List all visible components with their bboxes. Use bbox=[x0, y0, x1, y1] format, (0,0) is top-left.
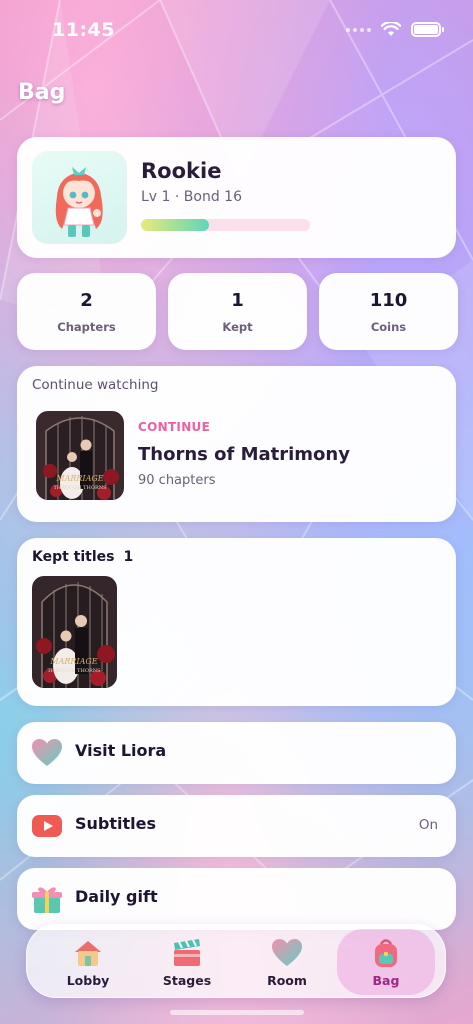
profile-name: Rookie bbox=[141, 159, 222, 183]
stat-value: 1 bbox=[231, 290, 244, 311]
status-bar: 11:45 bbox=[0, 0, 473, 60]
continue-watching-label: Continue watching bbox=[32, 377, 159, 393]
status-time: 11:45 bbox=[52, 19, 115, 41]
stat-kept[interactable]: 1 Kept bbox=[168, 273, 307, 350]
stat-chapters[interactable]: 2 Chapters bbox=[17, 273, 156, 350]
house-icon bbox=[75, 941, 101, 966]
stat-label: Chapters bbox=[57, 320, 116, 334]
stat-label: Kept bbox=[222, 320, 253, 334]
gift-icon bbox=[32, 887, 62, 913]
kept-titles-count: 1 bbox=[123, 549, 134, 565]
chibi-character-image bbox=[55, 167, 103, 237]
tab-label: Room bbox=[267, 973, 307, 988]
tab-label: Bag bbox=[372, 973, 400, 988]
tab-label: Stages bbox=[162, 973, 212, 988]
kept-titles-label: Kept titles bbox=[32, 549, 115, 565]
svg-text:MARRIAGE: MARRIAGE bbox=[55, 474, 103, 483]
svg-text:THROUGH THORNS: THROUGH THORNS bbox=[47, 668, 101, 674]
tab-room[interactable]: Room bbox=[238, 929, 336, 995]
kept-titles-header: Kept titles 1 bbox=[32, 549, 133, 565]
tab-label: Lobby bbox=[66, 973, 110, 988]
stat-value: 110 bbox=[369, 290, 408, 311]
svg-text:THROUGH THORNS: THROUGH THORNS bbox=[53, 485, 107, 491]
row-label: Visit Liora bbox=[75, 741, 167, 760]
kept-title-cover[interactable]: MARRIAGE THROUGH THORNS bbox=[32, 576, 117, 688]
stat-coins[interactable]: 110 Coins bbox=[319, 273, 458, 350]
tab-bag[interactable]: Bag bbox=[337, 929, 435, 995]
play-icon bbox=[32, 815, 62, 837]
row-label: Subtitles bbox=[75, 814, 157, 833]
backpack-icon bbox=[375, 939, 397, 967]
svg-text:MARRIAGE: MARRIAGE bbox=[49, 657, 97, 666]
drama-title[interactable]: Thorns of Matrimony bbox=[138, 444, 350, 465]
xp-progress-fill bbox=[141, 219, 209, 231]
profile-card[interactable]: Rookie Lv 1 · Bond 16 bbox=[17, 137, 456, 258]
continue-tag: CONTINUE bbox=[138, 420, 211, 434]
wifi-icon bbox=[381, 22, 401, 36]
profile-level-bond: Lv 1 · Bond 16 bbox=[141, 189, 242, 205]
signal-icon bbox=[346, 27, 371, 32]
xp-progress-bar bbox=[141, 219, 310, 231]
daily-gift-row[interactable]: Daily gift bbox=[17, 868, 456, 930]
bottom-tab-bar: Lobby Stages Room Bag bbox=[26, 924, 446, 998]
tab-stages[interactable]: Stages bbox=[138, 929, 236, 995]
heart-icon bbox=[272, 939, 302, 966]
home-indicator bbox=[170, 1010, 304, 1015]
avatar[interactable] bbox=[32, 151, 127, 244]
subtitles-row[interactable]: Subtitles On bbox=[17, 795, 456, 857]
heart-icon bbox=[32, 739, 62, 766]
kept-titles-card: Kept titles 1 MARRIAGE THROUGH THORNS bbox=[17, 538, 456, 706]
continue-watching-card[interactable]: Continue watching MARRIAGE THROUGH THORN… bbox=[17, 366, 456, 522]
drama-chapter-count: 90 chapters bbox=[138, 473, 216, 488]
battery-icon bbox=[411, 22, 444, 37]
visit-liora-row[interactable]: Visit Liora bbox=[17, 722, 456, 784]
page-title: Bag bbox=[18, 80, 66, 105]
drama-cover-image[interactable]: MARRIAGE THROUGH THORNS bbox=[36, 411, 124, 500]
tab-lobby[interactable]: Lobby bbox=[39, 929, 137, 995]
subtitles-toggle-value[interactable]: On bbox=[419, 817, 438, 833]
stat-label: Coins bbox=[370, 320, 407, 334]
row-label: Daily gift bbox=[75, 887, 158, 906]
status-icons bbox=[346, 22, 444, 37]
clapperboard-icon bbox=[174, 939, 200, 966]
stat-value: 2 bbox=[80, 290, 93, 311]
